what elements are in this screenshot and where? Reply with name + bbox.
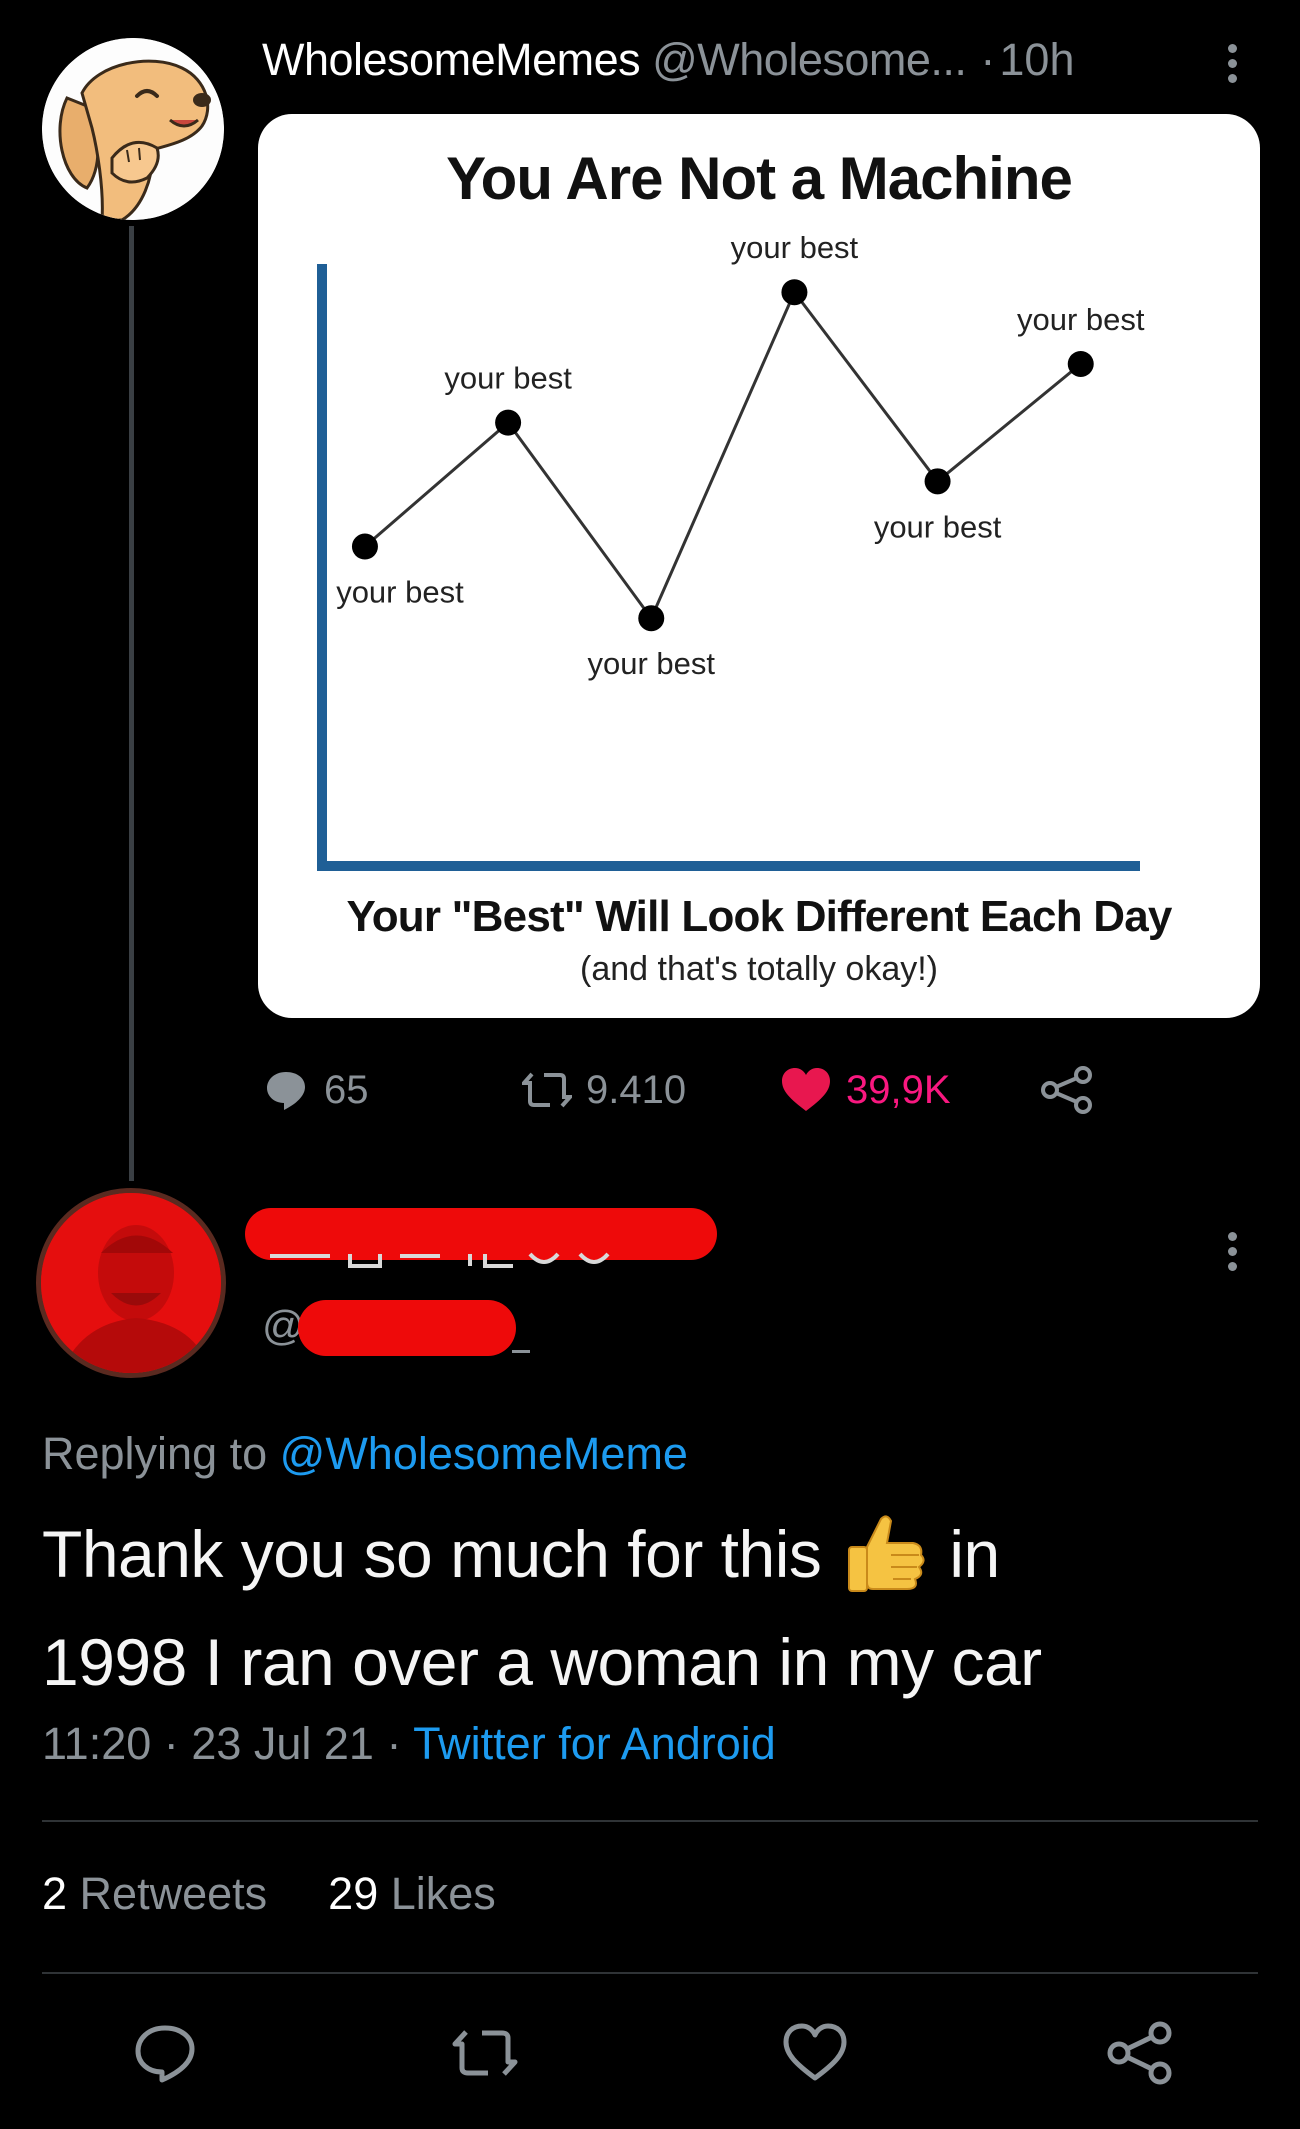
share-action[interactable] [1040,1060,1094,1120]
replying-to-line: Replying to @WholesomeMeme [42,1428,688,1480]
reply-count: 65 [324,1067,369,1112]
like-count: 39,9K [846,1067,951,1112]
replying-to-prefix: Replying to [42,1428,268,1479]
retweet-icon [522,1072,572,1108]
meta-dot-2: · [386,1718,402,1769]
chart-data-point [351,533,378,560]
like-button[interactable] [780,2018,850,2088]
chart-line-segment [506,421,653,620]
thread-connector-line [129,226,134,1181]
author-display-name[interactable]: WholesomeMemes [262,34,641,86]
chart-data-point [495,409,522,436]
meme-caption: (and that's totally okay!) [580,950,938,988]
like-action[interactable]: 39,9K [780,1060,951,1120]
share-icon [1041,1066,1092,1114]
chart-line-segment [936,362,1082,483]
reply-action[interactable]: 65 [262,1060,369,1120]
retweet-count: 9.410 [586,1067,687,1112]
chart-point-label: your best [874,509,1002,544]
reply-text-part1: Thank you so much for this [42,1517,822,1591]
more-options-icon[interactable] [1220,40,1248,88]
chart-point-label: your best [588,646,716,681]
tweet-action-bar: 65 9.410 39,9K [262,1060,1162,1120]
divider-top [42,1820,1258,1822]
comment-icon [267,1072,305,1110]
handle-underscore [512,1350,530,1353]
reply-stats: 2 Retweets 29 Likes [42,1868,496,1920]
tweet-header: WholesomeMemes @Wholesome... · 10h [262,30,1075,90]
replying-to-mention[interactable]: @WholesomeMeme [280,1428,688,1479]
wholesomememes-avatar[interactable] [42,38,224,220]
chart-line-segment [649,291,796,619]
redacted-user-avatar[interactable] [36,1188,226,1378]
chart-data-point [638,605,665,632]
more-options-icon-reply[interactable] [1220,1228,1248,1276]
reply-text-part3: 1998 I ran over a woman in my car [42,1625,1042,1699]
meme-line-chart: your best your best your best your best your… [317,230,1145,871]
retweet-action[interactable]: 9.410 [522,1060,686,1120]
divider-bottom [42,1972,1258,1974]
redacted-face-photo [41,1193,221,1373]
dog-avatar-illustration [42,38,224,220]
likes-stat[interactable]: 29 Likes [328,1868,496,1919]
chart-point-label: your best [336,575,464,610]
retweets-count: 2 [42,1868,68,1919]
reply-client-link[interactable]: Twitter for Android [413,1718,776,1769]
share-button[interactable] [1105,2018,1175,2088]
tweet-time-ago[interactable]: 10h [999,34,1074,86]
redacted-handle [298,1300,516,1356]
chart-line-segment [363,421,510,548]
comment-icon [135,2025,195,2083]
meta-dot-1: · [163,1718,179,1769]
retweet-button[interactable] [450,2018,520,2088]
reply-button[interactable] [130,2018,200,2088]
thumbs-up-emoji [843,1509,929,1595]
retweets-stat[interactable]: 2 Retweets [42,1868,267,1919]
redaction-peek-text [270,1252,610,1268]
reply-time: 11:20 [42,1718,152,1769]
reply-tweet-text: Thank you so much for this in 1998 I ran… [42,1500,1252,1716]
chart-data-point [781,279,808,306]
author-handle[interactable]: @Wholesome... [652,34,967,86]
tweet-image-card[interactable]: You Are Not a Machine your best your best… [258,114,1260,1018]
retweet-icon [452,2030,518,2076]
chart-point-label: your best [731,230,859,265]
chart-data-point [1067,350,1094,377]
reply-date: 23 Jul 21 [191,1718,374,1769]
meme-subtitle: Your "Best" Will Look Different Each Day [346,892,1172,941]
share-icon [1107,2021,1172,2085]
heart-icon [783,2023,847,2081]
reply-text-part2: in [949,1517,1000,1591]
chart-point-label: your best [1017,302,1145,337]
header-separator: · [980,34,996,85]
retweets-label: Retweets [79,1868,268,1919]
reply-meta: 11:20 · 23 Jul 21 · Twitter for Android [42,1718,776,1770]
likes-label: Likes [390,1868,496,1919]
chart-data-point [924,468,951,495]
likes-count: 29 [328,1868,379,1919]
chart-point-label: your best [444,361,572,396]
heart-icon [782,1068,830,1111]
chart-line-segment [793,291,939,483]
